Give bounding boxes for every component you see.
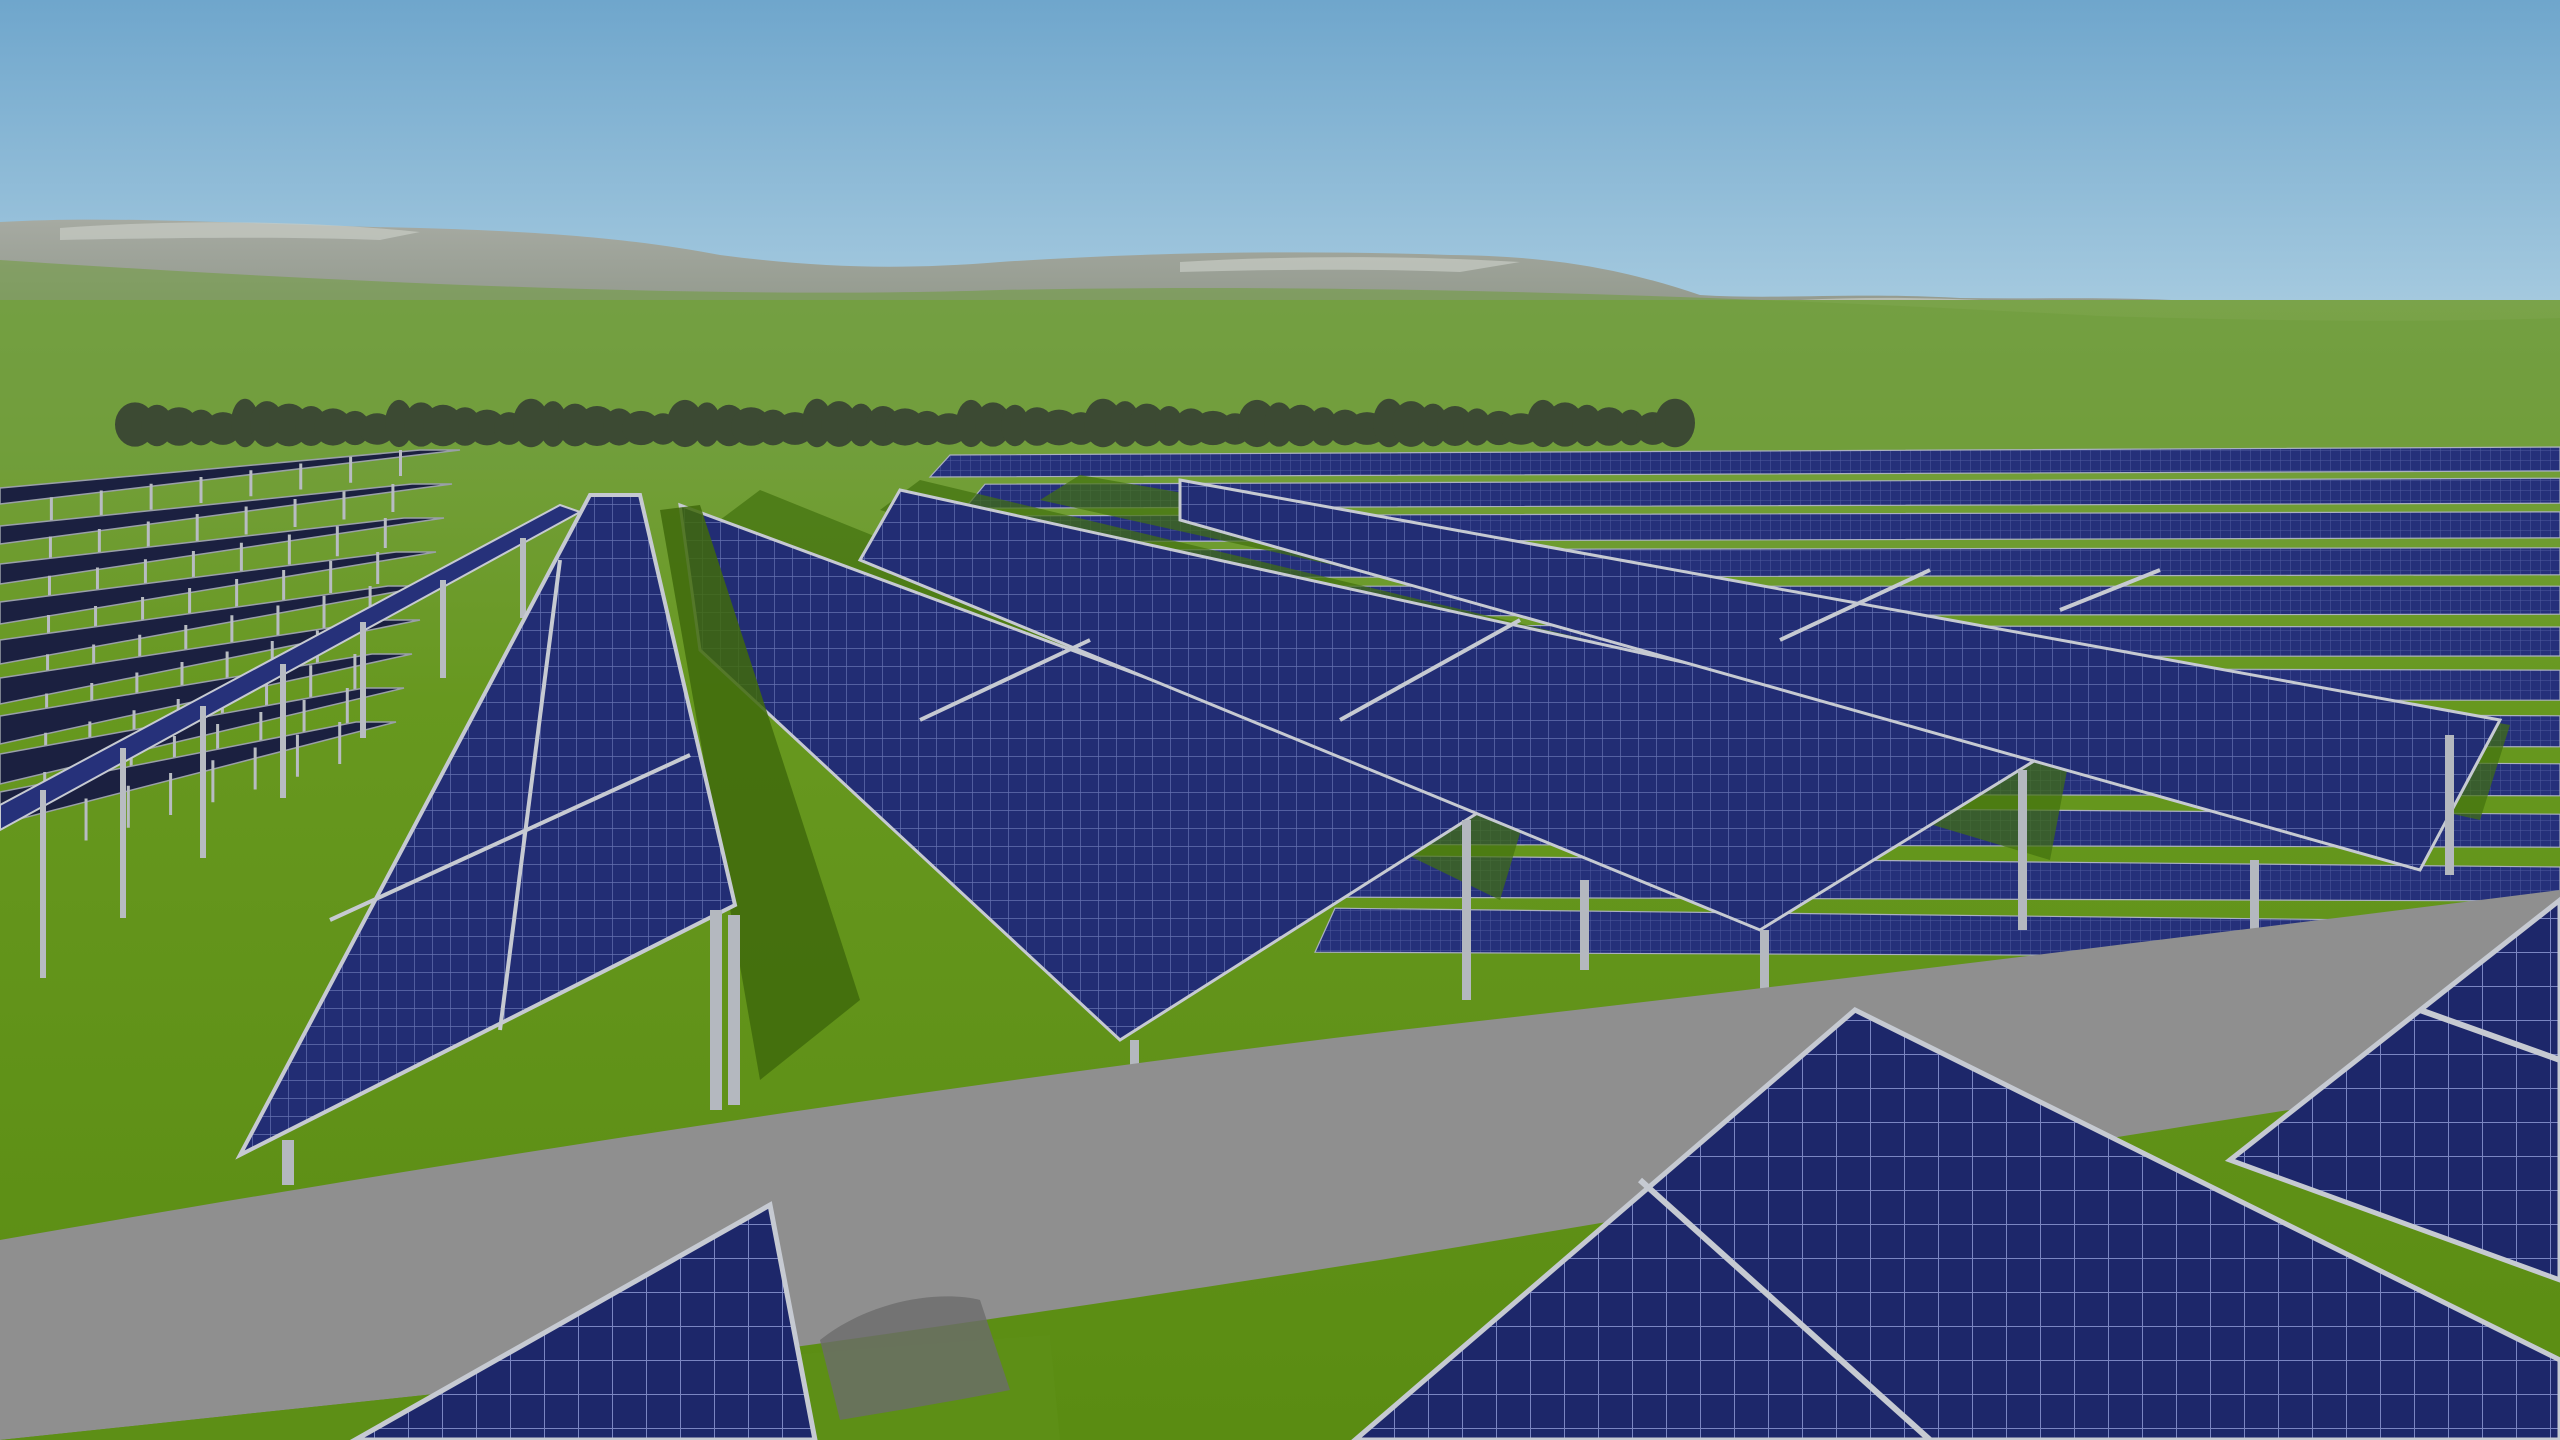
tree: [1655, 398, 1695, 448]
support-post: [149, 483, 153, 510]
support-post: [376, 552, 380, 584]
support-post: [249, 470, 253, 497]
support-post: [146, 521, 150, 550]
support-post: [520, 538, 526, 618]
support-post: [383, 518, 387, 548]
support-post: [335, 526, 339, 557]
support-post: [329, 561, 333, 593]
support-post: [710, 910, 722, 1110]
support-post: [1580, 880, 1589, 970]
support-post: [353, 654, 357, 692]
support-post: [299, 463, 303, 490]
support-post: [280, 664, 286, 798]
support-post: [728, 915, 740, 1105]
support-post: [84, 798, 88, 841]
support-post: [120, 748, 126, 918]
support-post: [282, 1140, 294, 1185]
support-post: [99, 490, 103, 517]
support-post: [293, 499, 297, 527]
support-post: [287, 534, 291, 565]
support-post: [191, 551, 195, 581]
support-post: [200, 706, 206, 858]
support-post: [126, 785, 130, 828]
support-post: [211, 760, 215, 803]
support-post: [2018, 770, 2027, 930]
support-post: [1462, 820, 1471, 1000]
support-post: [349, 456, 353, 483]
support-post: [342, 491, 346, 520]
support-post: [253, 747, 257, 790]
support-post: [440, 580, 446, 678]
support-post: [199, 477, 203, 503]
support-post: [239, 542, 243, 573]
support-post: [2445, 735, 2454, 875]
support-post: [322, 595, 326, 630]
support-post: [282, 570, 286, 602]
support-post: [391, 484, 395, 512]
support-post: [276, 605, 280, 640]
support-post: [169, 773, 173, 815]
support-post: [244, 506, 248, 535]
support-post: [40, 790, 46, 978]
support-post: [360, 622, 366, 738]
support-post: [399, 450, 402, 476]
support-post: [345, 688, 349, 728]
support-post: [49, 497, 53, 524]
support-post: [295, 734, 299, 777]
support-post: [338, 722, 342, 764]
solar-farm-scene: [0, 0, 2560, 1440]
support-post: [195, 514, 199, 542]
